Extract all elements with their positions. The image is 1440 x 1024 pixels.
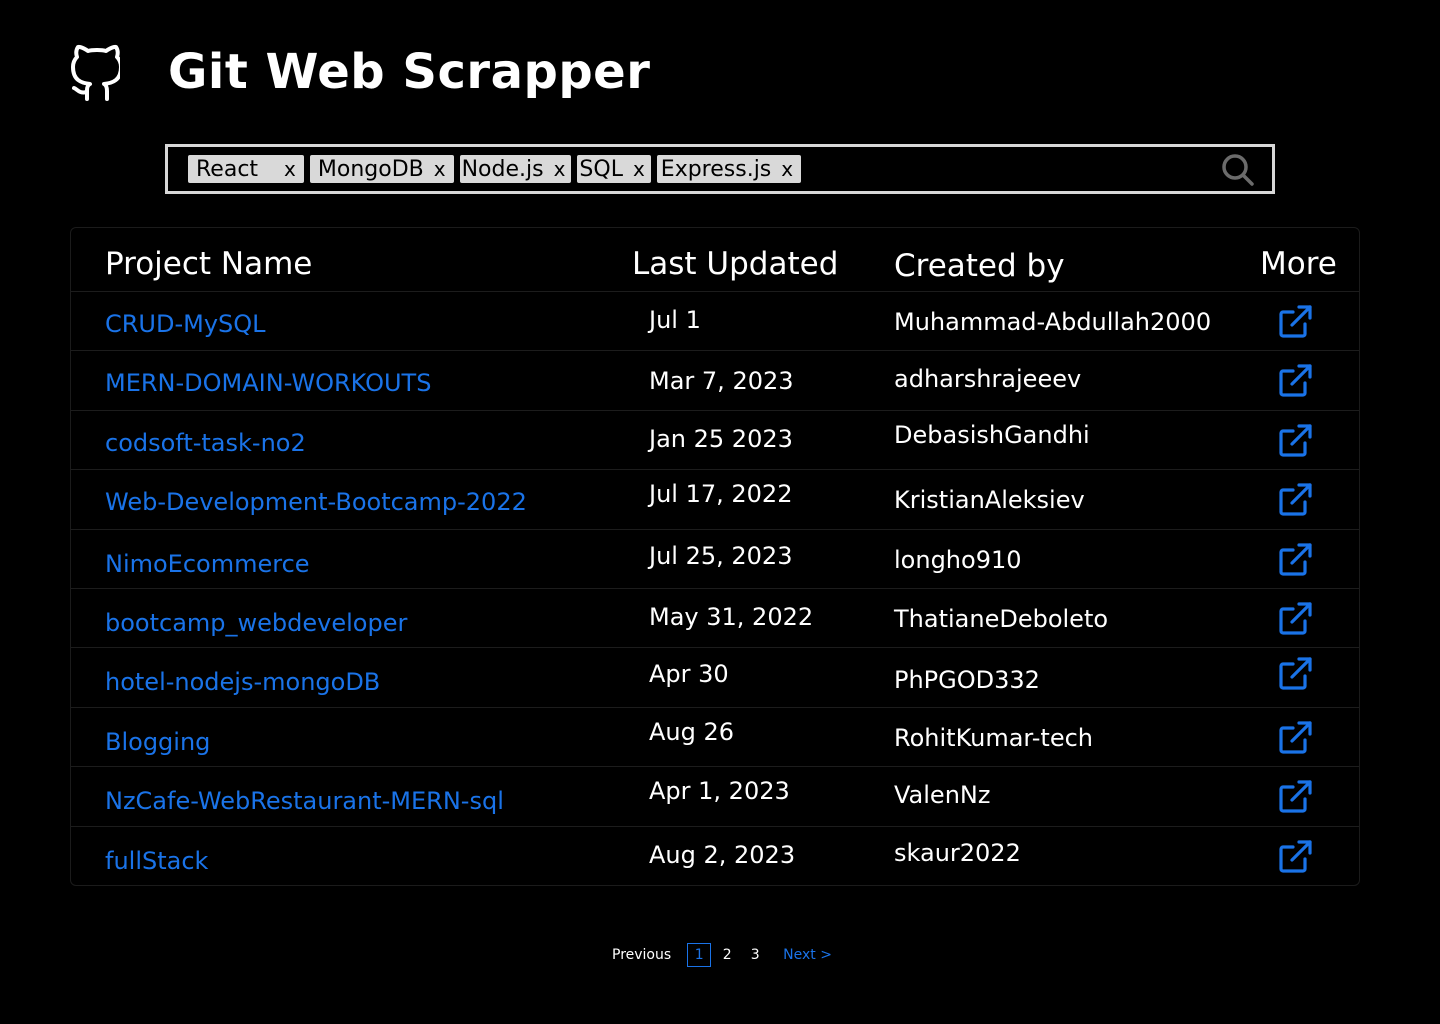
previous-button[interactable]: Previous bbox=[612, 947, 671, 963]
tag-remove-button[interactable]: x bbox=[284, 157, 296, 181]
table-row: fullStack Aug 2, 2023 skaur2022 bbox=[71, 827, 1359, 886]
tag-label: Express.js bbox=[660, 156, 772, 182]
tag-nodejs: Node.js x bbox=[459, 155, 572, 183]
external-link-icon[interactable] bbox=[1277, 542, 1313, 578]
last-updated: Mar 7, 2023 bbox=[649, 367, 794, 396]
created-by: KristianAleksiev bbox=[894, 486, 1085, 515]
pagination: Previous 1 2 3 Next > bbox=[612, 943, 832, 967]
created-by: DebasishGandhi bbox=[894, 420, 1090, 449]
tag-react: React x bbox=[188, 155, 304, 183]
page-button-3[interactable]: 3 bbox=[743, 943, 767, 967]
project-link[interactable]: MERN-DOMAIN-WORKOUTS bbox=[105, 369, 431, 397]
external-link-icon[interactable] bbox=[1277, 423, 1313, 459]
project-link[interactable]: Blogging bbox=[105, 728, 210, 756]
last-updated: Apr 1, 2023 bbox=[649, 777, 790, 806]
external-link-icon[interactable] bbox=[1277, 839, 1313, 875]
projects-table: Project Name Last Updated Created by Mor… bbox=[70, 227, 1360, 886]
tag-label: React bbox=[196, 156, 259, 182]
tag-mongodb: MongoDB x bbox=[309, 155, 454, 183]
tag-label: MongoDB bbox=[317, 156, 424, 182]
search-icon[interactable] bbox=[1220, 152, 1256, 188]
tag-label: Node.js bbox=[461, 156, 544, 182]
last-updated: Apr 30 bbox=[649, 660, 729, 689]
table-row: codsoft-task-no2 Jan 25 2023 DebasishGan… bbox=[71, 411, 1359, 471]
column-header-more: More bbox=[1260, 246, 1337, 282]
external-link-icon[interactable] bbox=[1277, 482, 1313, 518]
project-link[interactable]: NzCafe-WebRestaurant-MERN-sql bbox=[105, 787, 504, 815]
table-row: NimoEcommerce Jul 25, 2023 longho910 bbox=[71, 530, 1359, 589]
tag-expressjs: Express.js x bbox=[656, 155, 802, 183]
project-link[interactable]: fullStack bbox=[105, 847, 208, 875]
table-row: NzCafe-WebRestaurant-MERN-sql Apr 1, 202… bbox=[71, 767, 1359, 827]
project-link[interactable]: codsoft-task-no2 bbox=[105, 429, 306, 457]
external-link-icon[interactable] bbox=[1277, 304, 1313, 340]
table-row: CRUD-MySQL Jul 1 Muhammad-Abdullah2000 bbox=[71, 292, 1359, 352]
last-updated: Jul 1 bbox=[649, 306, 701, 334]
page-button-1[interactable]: 1 bbox=[687, 943, 712, 967]
table-row: bootcamp_webdeveloper May 31, 2022 Thati… bbox=[71, 589, 1359, 649]
table-header: Project Name Last Updated Created by Mor… bbox=[71, 228, 1359, 292]
column-header-updated: Last Updated bbox=[632, 246, 839, 282]
search-bar[interactable]: React x MongoDB x Node.js x SQL x Expres… bbox=[165, 144, 1275, 194]
tag-remove-button[interactable]: x bbox=[781, 157, 793, 181]
last-updated: May 31, 2022 bbox=[649, 602, 814, 631]
project-link[interactable]: bootcamp_webdeveloper bbox=[105, 609, 407, 637]
external-link-icon[interactable] bbox=[1277, 363, 1313, 399]
created-by: longho910 bbox=[894, 545, 1022, 574]
last-updated: Jul 17, 2022 bbox=[649, 480, 793, 509]
tag-list: React x MongoDB x Node.js x SQL x Expres… bbox=[188, 155, 802, 183]
app-title: Git Web Scrapper bbox=[168, 44, 651, 100]
created-by: RohitKumar-tech bbox=[894, 723, 1093, 752]
table-row: MERN-DOMAIN-WORKOUTS Mar 7, 2023 adharsh… bbox=[71, 351, 1359, 411]
table-row: Blogging Aug 26 RohitKumar-tech bbox=[71, 708, 1359, 768]
page-button-2[interactable]: 2 bbox=[715, 943, 739, 967]
tag-label: SQL bbox=[579, 156, 623, 182]
table-row: hotel-nodejs-mongoDB Apr 30 PhPGOD332 bbox=[71, 648, 1359, 708]
tag-sql: SQL x bbox=[577, 155, 651, 183]
last-updated: Jul 25, 2023 bbox=[649, 541, 793, 570]
project-link[interactable]: CRUD-MySQL bbox=[105, 310, 266, 338]
next-button[interactable]: Next > bbox=[783, 947, 832, 963]
table-row: Web-Development-Bootcamp-2022 Jul 17, 20… bbox=[71, 470, 1359, 530]
created-by: Muhammad-Abdullah2000 bbox=[894, 308, 1212, 336]
last-updated: Aug 26 bbox=[649, 717, 735, 746]
project-link[interactable]: hotel-nodejs-mongoDB bbox=[105, 668, 380, 696]
last-updated: Aug 2, 2023 bbox=[649, 840, 796, 869]
tag-remove-button[interactable]: x bbox=[434, 157, 446, 181]
created-by: ThatianeDeboleto bbox=[894, 604, 1109, 633]
created-by: PhPGOD332 bbox=[894, 666, 1040, 695]
tag-remove-button[interactable]: x bbox=[633, 157, 645, 181]
created-by: skaur2022 bbox=[894, 838, 1021, 867]
external-link-icon[interactable] bbox=[1277, 656, 1313, 692]
last-updated: Jan 25 2023 bbox=[649, 424, 793, 453]
project-link[interactable]: NimoEcommerce bbox=[105, 550, 310, 578]
tag-remove-button[interactable]: x bbox=[554, 157, 566, 181]
external-link-icon[interactable] bbox=[1277, 601, 1313, 637]
header: Git Web Scrapper bbox=[68, 40, 650, 104]
external-link-icon[interactable] bbox=[1277, 779, 1313, 815]
created-by: adharshrajeeev bbox=[894, 365, 1082, 394]
project-link[interactable]: Web-Development-Bootcamp-2022 bbox=[105, 488, 527, 516]
created-by: ValenNz bbox=[894, 781, 991, 810]
github-icon bbox=[68, 42, 120, 102]
app-root: Git Web Scrapper React x MongoDB x Node.… bbox=[0, 0, 1440, 1024]
column-header-created-by: Created by bbox=[894, 248, 1065, 284]
column-header-project: Project Name bbox=[105, 246, 313, 282]
external-link-icon[interactable] bbox=[1277, 720, 1313, 756]
